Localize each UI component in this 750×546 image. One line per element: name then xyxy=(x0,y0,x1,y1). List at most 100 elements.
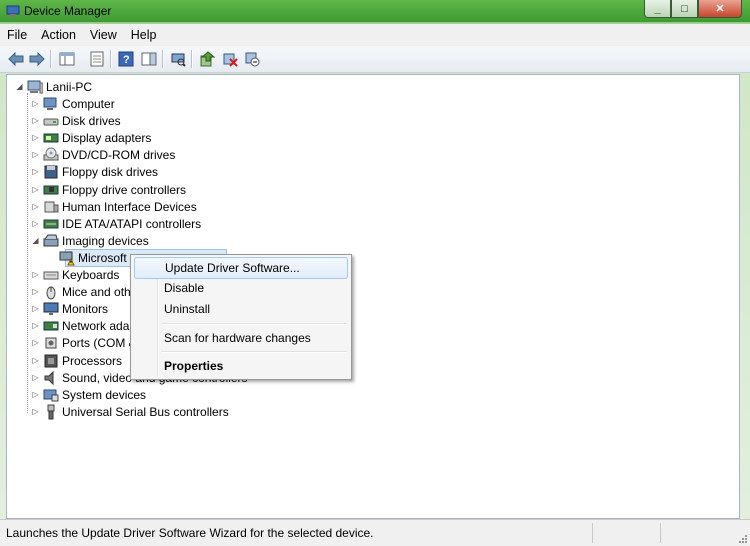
uninstall-label: Uninstall xyxy=(164,302,211,316)
tree-item-label: Network adap xyxy=(62,318,137,333)
disable-menu-item[interactable]: Disable xyxy=(134,277,348,299)
scan-hardware-menu-item[interactable]: Scan for hardware changes xyxy=(134,327,348,349)
close-icon: ✕ xyxy=(715,3,725,15)
expand-arrow-icon[interactable]: ▷ xyxy=(31,150,40,159)
tree-item-label: Floppy disk drives xyxy=(62,164,159,179)
tree-root[interactable]: ◢ Lanii-PC xyxy=(15,78,92,95)
expand-arrow-icon[interactable]: ▷ xyxy=(31,321,40,330)
collapse-arrow-icon[interactable]: ◢ xyxy=(31,236,40,245)
tree-category-item[interactable]: ▷ Human Interface Devices xyxy=(31,198,197,215)
expand-arrow-icon[interactable]: ▷ xyxy=(31,202,40,211)
tree-item-label: Human Interface Devices xyxy=(62,199,197,214)
menu-file[interactable]: File xyxy=(0,24,34,46)
disk-drive-icon xyxy=(43,113,59,129)
help-icon[interactable]: ? xyxy=(117,50,135,68)
tree-item-label: Keyboards xyxy=(62,267,120,282)
properties-label: Properties xyxy=(164,359,224,373)
tree-root-label: Lanii-PC xyxy=(46,79,93,94)
device-manager-window: Device Manager _ □ ✕ File Action View He… xyxy=(0,0,750,546)
expand-arrow-icon[interactable]: ▷ xyxy=(31,407,40,416)
tree-item-label: Display adapters xyxy=(62,130,152,145)
expand-arrow-icon[interactable]: ▷ xyxy=(31,133,40,142)
expand-arrow-icon[interactable]: ▷ xyxy=(31,167,40,176)
menu-view[interactable]: View xyxy=(83,24,124,46)
title-bar[interactable]: Device Manager _ □ ✕ xyxy=(0,0,750,24)
properties-icon[interactable] xyxy=(88,50,106,68)
expand-arrow-icon[interactable]: ▷ xyxy=(31,390,40,399)
tree-category-item[interactable]: ▷ Floppy drive controllers xyxy=(31,181,186,198)
tree-item-label: Mice and oth xyxy=(62,284,131,299)
tree-child-item[interactable]: Microsoft xyxy=(47,249,127,266)
uninstall-menu-item[interactable]: Uninstall xyxy=(134,298,348,320)
resize-grip-icon[interactable] xyxy=(738,534,748,544)
back-arrow-icon[interactable] xyxy=(7,50,25,68)
tree-category-item[interactable]: ▷ Processors xyxy=(31,352,122,369)
update-driver-icon[interactable] xyxy=(198,50,216,68)
expand-arrow-icon[interactable]: ▷ xyxy=(31,356,40,365)
expand-arrow-icon[interactable]: ▷ xyxy=(31,373,40,382)
close-button[interactable]: ✕ xyxy=(698,0,742,18)
expand-arrow-icon[interactable]: ▷ xyxy=(31,270,40,279)
expand-arrow-icon[interactable]: ▷ xyxy=(31,287,40,296)
warning-device-icon xyxy=(59,250,75,266)
status-bar: Launches the Update Driver Software Wiza… xyxy=(0,519,750,546)
menu-help[interactable]: Help xyxy=(124,24,164,46)
ide-controller-icon xyxy=(43,216,59,232)
tree-category-item[interactable]: ▷ System devices xyxy=(31,386,146,403)
floppy-controller-icon xyxy=(43,182,59,198)
context-menu: Update Driver Software... Disable Uninst… xyxy=(130,254,352,380)
tree-category-item[interactable]: ▷ Ports (COM & xyxy=(31,334,137,351)
device-tree-pane[interactable]: ◢ Lanii-PC ▷ Computer ▷ Disk drives ▷ Display… xyxy=(6,74,740,519)
expand-arrow-icon[interactable]: ▷ xyxy=(31,219,40,228)
collapse-arrow-icon[interactable]: ◢ xyxy=(15,82,24,91)
tree-item-label: Ports (COM & xyxy=(62,335,137,350)
tree-category-item[interactable]: ▷ Display adapters xyxy=(31,129,151,146)
minimize-icon: _ xyxy=(654,2,661,15)
tree-item-label: Imaging devices xyxy=(62,233,149,248)
tree-category-item[interactable]: ▷ DVD/CD-ROM drives xyxy=(31,146,175,163)
hid-icon xyxy=(43,199,59,215)
tree-item-label: Floppy drive controllers xyxy=(62,182,187,197)
tree-category-item[interactable]: ▷ Network adap xyxy=(31,317,136,334)
tree-category-item[interactable]: ▷ Keyboards xyxy=(31,266,119,283)
disable-device-icon[interactable] xyxy=(221,50,239,68)
forward-arrow-icon[interactable] xyxy=(28,50,46,68)
properties-menu-item[interactable]: Properties xyxy=(134,355,348,377)
expand-arrow-icon[interactable]: ▷ xyxy=(31,304,40,313)
sound-icon xyxy=(43,370,59,386)
menu-action[interactable]: Action xyxy=(34,24,83,46)
expand-arrow-icon[interactable]: ▷ xyxy=(31,338,40,347)
tree-category-item[interactable]: ▷ Monitors xyxy=(31,300,108,317)
tree-item-label: Microsoft xyxy=(78,250,127,265)
tree-item-label: IDE ATA/ATAPI controllers xyxy=(62,216,202,231)
action-pane-icon[interactable] xyxy=(140,50,158,68)
update-driver-menu-item[interactable]: Update Driver Software... xyxy=(134,257,348,279)
tree-category-item[interactable]: ▷ Universal Serial Bus controllers xyxy=(31,403,229,420)
expand-arrow-icon[interactable]: ▷ xyxy=(31,116,40,125)
tree-category-item[interactable]: ▷ Computer xyxy=(31,95,114,112)
dvd-drive-icon xyxy=(43,147,59,163)
disable-label: Disable xyxy=(164,281,205,295)
show-hide-console-tree-icon[interactable] xyxy=(58,50,76,68)
window-title: Device Manager xyxy=(24,4,112,18)
maximize-icon: □ xyxy=(681,2,688,15)
maximize-button[interactable]: □ xyxy=(671,0,698,18)
toolbar: ? xyxy=(0,46,750,73)
menu-bar: File Action View Help xyxy=(0,24,750,47)
system-device-icon xyxy=(43,387,59,403)
uninstall-device-icon[interactable] xyxy=(243,50,261,68)
tree-category-item[interactable]: ▷ Disk drives xyxy=(31,112,120,129)
device-manager-icon xyxy=(6,4,20,18)
processor-icon xyxy=(43,353,59,369)
tree-category-item[interactable]: ▷ Floppy disk drives xyxy=(31,163,158,180)
port-icon xyxy=(43,335,59,351)
minimize-button[interactable]: _ xyxy=(644,0,671,18)
tree-item-label: Universal Serial Bus controllers xyxy=(62,404,229,419)
expand-arrow-icon[interactable]: ▷ xyxy=(31,99,40,108)
expand-arrow-icon[interactable]: ▷ xyxy=(31,185,40,194)
scan-hardware-icon[interactable] xyxy=(169,50,187,68)
mouse-icon xyxy=(43,284,59,300)
tree-category-item[interactable]: ▷ Mice and oth xyxy=(31,283,131,300)
tree-category-item[interactable]: ▷ IDE ATA/ATAPI controllers xyxy=(31,215,201,232)
tree-category-item[interactable]: ◢ Imaging devices xyxy=(31,232,149,249)
